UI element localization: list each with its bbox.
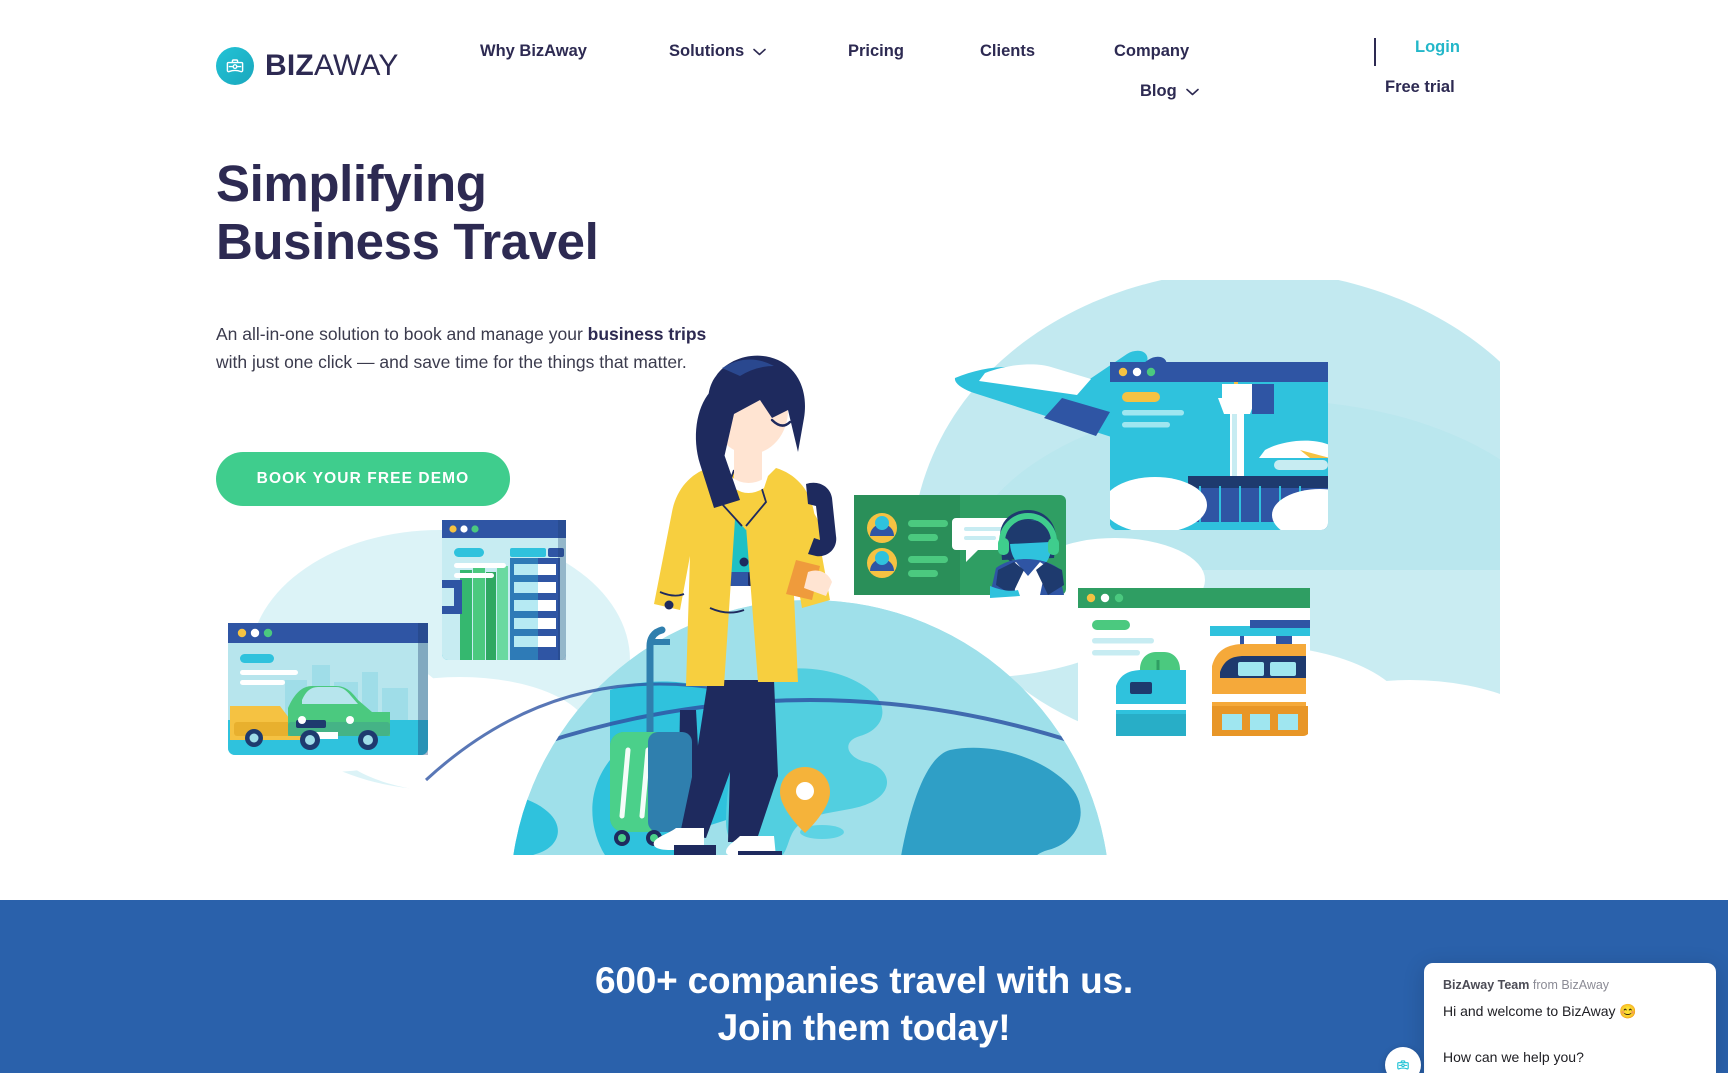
header-divider (1374, 38, 1376, 66)
briefcase-circle-icon (216, 47, 254, 85)
chat-sender-name: BizAway Team (1443, 978, 1530, 992)
chevron-down-icon (1185, 88, 1199, 96)
nav-label: Why BizAway (480, 42, 587, 60)
logo-wordmark: BIZAWAY (265, 51, 399, 81)
hotel-window-illustration (442, 520, 566, 660)
free-trial-link[interactable]: Free trial (1385, 78, 1455, 97)
hero-sub-bold: business trips (587, 324, 707, 344)
nav-item-solutions[interactable]: Solutions (669, 42, 766, 61)
nav-item-blog[interactable]: Blog (1140, 82, 1199, 101)
nav-label: Clients (980, 42, 1036, 60)
hero-sub-after: with just one click — and save time for … (216, 352, 687, 373)
hero-sub-before: An all-in-one solution to book and manag… (216, 324, 588, 344)
chat-sender-org: from BizAway (1529, 978, 1610, 992)
train-window-illustration (1078, 588, 1310, 736)
nav-item-clients[interactable]: Clients (980, 42, 1035, 61)
chat-message-2: How can we help you? (1443, 1049, 1584, 1065)
page-title: Simplifying Business Travel (216, 155, 599, 271)
chevron-down-icon (753, 48, 766, 56)
book-demo-button[interactable]: BOOK YOUR FREE DEMO (216, 452, 510, 506)
hero-subtitle: An all-in-one solution to book and manag… (216, 320, 716, 377)
chat-widget[interactable]: BizAway Team from BizAway Hi and welcome… (1424, 963, 1716, 1073)
bizaway-avatar-icon (1390, 1052, 1416, 1073)
nav-label: Pricing (848, 42, 904, 60)
chat-sender: BizAway Team from BizAway (1443, 978, 1609, 992)
nav-label: Company (1114, 42, 1190, 60)
logo[interactable]: BIZAWAY (216, 47, 399, 85)
logo-away: AWAY (313, 49, 399, 82)
nav-label: Solutions (669, 42, 745, 60)
logo-biz: BIZ (265, 49, 314, 82)
nav-item-why-bizaway[interactable]: Why BizAway (480, 42, 587, 61)
nav-label: Blog (1140, 82, 1177, 100)
chat-message-1: Hi and welcome to BizAway 😊 (1443, 1003, 1637, 1019)
site-header: BIZAWAY Why BizAway Solutions Pricing Cl… (0, 0, 1728, 118)
nav-item-pricing[interactable]: Pricing (848, 42, 904, 61)
support-agent-illustration (854, 495, 1066, 598)
login-link[interactable]: Login (1415, 38, 1460, 57)
nav-item-company[interactable]: Company (1114, 42, 1189, 61)
landing-page: BIZAWAY Why BizAway Solutions Pricing Cl… (0, 0, 1728, 1073)
car-window-illustration (228, 623, 428, 755)
